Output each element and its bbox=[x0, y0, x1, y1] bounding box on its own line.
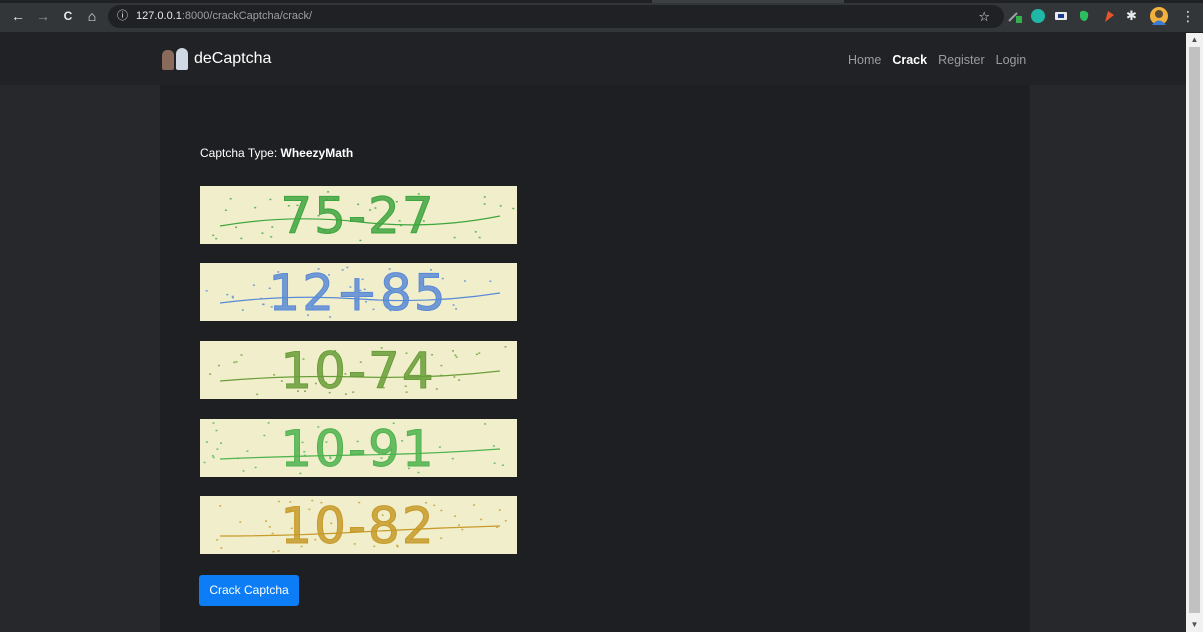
puzzle-extension-icon[interactable]: ✱ bbox=[1126, 9, 1140, 23]
home-icon[interactable]: ⌂ bbox=[83, 7, 101, 25]
screen-extension-icon[interactable] bbox=[1054, 9, 1068, 23]
captcha-text: 75-27 bbox=[280, 187, 435, 244]
nav-login[interactable]: Login bbox=[996, 50, 1027, 70]
scroll-up-arrow-icon[interactable]: ▲ bbox=[1186, 33, 1203, 47]
bookmark-star-icon[interactable]: ☆ bbox=[978, 7, 990, 26]
evernote-extension-icon[interactable] bbox=[1077, 9, 1091, 23]
tab-strip bbox=[0, 0, 1203, 3]
captcha-text: 10-82 bbox=[280, 497, 435, 554]
brand[interactable]: deCaptcha bbox=[162, 46, 271, 72]
nav-links: Home Crack Register Login bbox=[848, 50, 1026, 70]
scrollbar-thumb[interactable] bbox=[1189, 47, 1200, 613]
site-info-icon[interactable]: ⓘ bbox=[117, 8, 128, 25]
nav-crack[interactable]: Crack bbox=[892, 50, 927, 70]
pen-extension-icon[interactable] bbox=[1008, 9, 1022, 23]
avatar[interactable] bbox=[1150, 7, 1168, 25]
captcha-type-label: Captcha Type: bbox=[200, 146, 278, 160]
captcha-image-4: 10-91 bbox=[200, 419, 517, 477]
captcha-text: 12+85 bbox=[268, 264, 447, 321]
tab[interactable] bbox=[652, 0, 844, 3]
nav-register[interactable]: Register bbox=[938, 50, 985, 70]
captcha-image-2: 12+85 bbox=[200, 263, 517, 321]
captcha-image-3: 10-74 bbox=[200, 341, 517, 399]
url-host: 127.0.0.1 bbox=[136, 10, 182, 22]
url-path: :8000/crackCaptcha/crack/ bbox=[181, 10, 313, 22]
brand-logo-icon bbox=[162, 47, 190, 71]
captcha-text: 10-91 bbox=[280, 420, 435, 477]
vertical-scrollbar[interactable]: ▲ ▼ bbox=[1186, 33, 1203, 632]
site-navbar: deCaptcha Home Crack Register Login bbox=[0, 33, 1186, 85]
back-icon[interactable]: ← bbox=[9, 7, 27, 25]
captcha-type-value: WheezyMath bbox=[280, 146, 354, 160]
crack-captcha-button[interactable]: Crack Captcha bbox=[199, 575, 299, 606]
flag-extension-icon[interactable] bbox=[1102, 9, 1116, 23]
page: deCaptcha Home Crack Register Login Capt… bbox=[0, 33, 1186, 632]
nav-home[interactable]: Home bbox=[848, 50, 881, 70]
main-content: Captcha Type: WheezyMath 75-27 12+85 10-… bbox=[160, 85, 1030, 632]
browser-menu-icon[interactable]: ⋮ bbox=[1179, 7, 1197, 25]
scroll-down-arrow-icon[interactable]: ▼ bbox=[1186, 618, 1203, 632]
address-bar[interactable]: ⓘ 127.0.0.1:8000/crackCaptcha/crack/ ☆ bbox=[108, 5, 1004, 28]
brand-name: deCaptcha bbox=[194, 50, 272, 67]
captcha-image-5: 10-82 bbox=[200, 496, 517, 554]
browser-toolbar: ← → C ⌂ ⓘ 127.0.0.1:8000/crackCaptcha/cr… bbox=[0, 0, 1203, 33]
captcha-text: 10-74 bbox=[280, 342, 435, 399]
forward-icon[interactable]: → bbox=[34, 7, 52, 25]
reload-icon[interactable]: C bbox=[59, 7, 77, 25]
captcha-type: Captcha Type: WheezyMath bbox=[200, 144, 353, 162]
url-text[interactable]: 127.0.0.1:8000/crackCaptcha/crack/ bbox=[136, 8, 312, 25]
captcha-image-1: 75-27 bbox=[200, 186, 517, 244]
m-extension-icon[interactable] bbox=[1031, 9, 1045, 23]
